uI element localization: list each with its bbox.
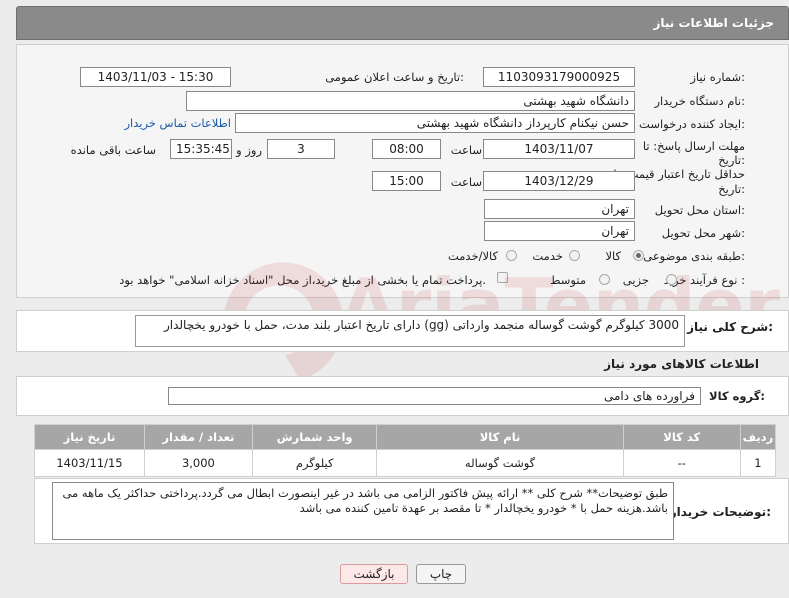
process-option-minor: جزیی <box>622 273 649 287</box>
deadline-time-field[interactable]: 08:00 <box>372 139 441 159</box>
process-option-medium: متوسط <box>549 273 586 287</box>
goods-group-field[interactable]: فراورده های دامی <box>168 387 701 405</box>
category-radio-goods[interactable] <box>633 250 644 261</box>
col-name: نام کالا <box>376 424 624 450</box>
city-field[interactable]: تهران <box>484 221 635 241</box>
deadline-date-field[interactable]: 1403/11/07 <box>483 139 635 159</box>
validity-date-field[interactable]: 1403/12/29 <box>483 171 635 191</box>
category-radio-both[interactable] <box>506 250 517 261</box>
buyer-notes-label: توضیحات خریدار: <box>669 505 771 519</box>
announce-label: تاریخ و ساعت اعلان عمومی: <box>325 70 464 84</box>
need-number-label: شماره نیاز: <box>690 70 745 84</box>
buyer-org-field[interactable]: دانشگاه شهید بهشتی <box>186 91 635 111</box>
cell-code: -- <box>622 449 741 477</box>
creator-label: ایجاد کننده درخواست: <box>639 117 745 131</box>
cell-name: گوشت گوساله <box>376 449 624 477</box>
items-table-header: ردیف کد کالا نام کالا واحد شمارش تعداد /… <box>34 424 777 450</box>
col-code: کد کالا <box>622 424 741 450</box>
buyer-org-label: نام دستگاه خریدار: <box>654 94 745 108</box>
validity-label-2: تاریخ: <box>718 182 745 196</box>
cell-unit: کیلوگرم <box>251 449 378 477</box>
days-label: روز و <box>236 143 262 157</box>
category-label: طبقه بندی موضوعی: <box>643 249 745 263</box>
need-number-field[interactable]: 1103093179000925 <box>483 67 635 87</box>
category-option-service: خدمت <box>532 249 563 263</box>
process-radio-medium[interactable] <box>599 274 610 285</box>
col-row: ردیف <box>739 424 777 450</box>
col-unit: واحد شمارش <box>251 424 378 450</box>
cell-qty: 3,000 <box>144 449 253 477</box>
payment-checkbox[interactable] <box>497 272 508 283</box>
remaining-field[interactable]: 15:35:45 <box>170 139 232 159</box>
days-field[interactable]: 3 <box>267 139 335 159</box>
deadline-time-label: ساعت <box>450 143 482 157</box>
city-label: شهر محل تحویل: <box>661 226 745 240</box>
goods-group-label: گروه کالا: <box>709 389 765 403</box>
creator-field[interactable]: حسن نیکنام کارپرداز دانشگاه شهید بهشتی <box>235 113 635 133</box>
items-table: ردیف کد کالا نام کالا واحد شمارش تعداد /… <box>34 424 777 477</box>
category-radio-service[interactable] <box>569 250 580 261</box>
validity-time-label: ساعت <box>450 175 482 189</box>
cell-date: 1403/11/15 <box>34 449 145 477</box>
panel-header: جزئیات اطلاعات نیاز <box>16 6 789 40</box>
description-label: شرح کلی نیاز: <box>687 320 773 334</box>
contact-link[interactable]: اطلاعات تماس خریدار <box>124 116 231 130</box>
description-field[interactable]: 3000 کیلوگرم گوشت گوساله منجمد وارداتی (… <box>135 315 685 347</box>
payment-text: پرداخت تمام یا بخشی از مبلغ خرید،از محل … <box>119 273 486 287</box>
col-qty: تعداد / مقدار <box>144 424 253 450</box>
table-row: 1 -- گوشت گوساله کیلوگرم 3,000 1403/11/1… <box>34 449 777 477</box>
deadline-label: مهلت ارسال پاسخ: تا <box>642 139 745 153</box>
remaining-label: ساعت باقی مانده <box>70 143 156 157</box>
province-label: استان محل تحویل: <box>654 203 745 217</box>
cell-row: 1 <box>739 449 777 477</box>
col-date: تاریخ نیاز <box>34 424 145 450</box>
announce-field[interactable]: 1403/11/03 - 15:30 <box>80 67 231 87</box>
deadline-label-2: تاریخ: <box>718 153 745 167</box>
validity-time-field[interactable]: 15:00 <box>372 171 441 191</box>
province-field[interactable]: تهران <box>484 199 635 219</box>
print-button[interactable]: چاپ <box>416 564 466 584</box>
goods-section-title: اطلاعات کالاهای مورد نیاز <box>604 357 759 371</box>
category-option-goods: کالا <box>605 249 621 263</box>
back-button[interactable]: بازگشت <box>340 564 408 584</box>
buyer-notes-field[interactable]: طبق توضیحات** شرح کلی ** ارائه پیش فاکتو… <box>52 482 674 540</box>
page-title: جزئیات اطلاعات نیاز <box>653 16 774 30</box>
category-option-both: کالا/خدمت <box>447 249 498 263</box>
process-radio-minor[interactable] <box>666 274 677 285</box>
